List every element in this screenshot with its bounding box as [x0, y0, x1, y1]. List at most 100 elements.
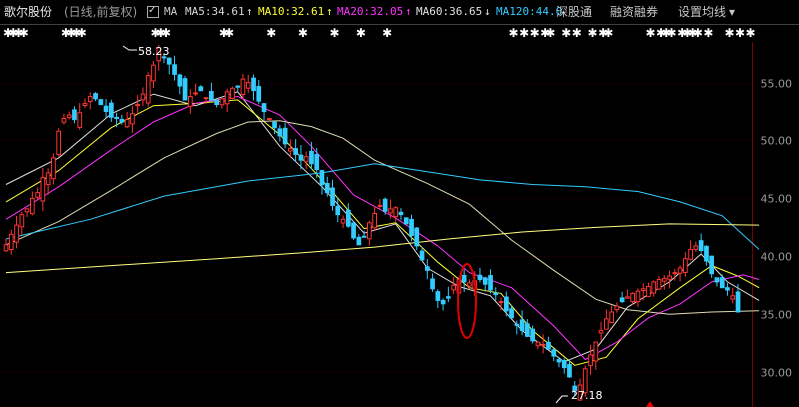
candle-body[interactable] — [419, 250, 425, 261]
candle-body[interactable] — [382, 198, 388, 212]
candle-body[interactable] — [630, 292, 635, 303]
event-star-icon[interactable]: ✱ — [735, 26, 745, 40]
candle-body[interactable] — [498, 301, 504, 304]
candle-body[interactable] — [267, 118, 272, 120]
candle-body[interactable] — [293, 148, 298, 155]
candle-body[interactable] — [609, 311, 614, 323]
candle-body[interactable] — [625, 296, 630, 299]
event-star-icon[interactable]: ✱ — [224, 26, 234, 40]
candle-body[interactable] — [314, 154, 320, 171]
candle-body[interactable] — [135, 104, 141, 107]
candle-body[interactable] — [335, 205, 341, 216]
candle-body[interactable] — [693, 245, 699, 250]
candle-body[interactable] — [45, 172, 51, 186]
candle-body[interactable] — [209, 91, 214, 101]
candle-body[interactable] — [140, 93, 146, 101]
candle-body[interactable] — [614, 305, 620, 311]
event-star-icon[interactable]: ✱ — [545, 26, 555, 40]
candle-body[interactable] — [435, 291, 441, 301]
candle-body[interactable] — [277, 128, 283, 137]
event-star-icon[interactable]: ✱ — [645, 26, 655, 40]
candle-body[interactable] — [414, 227, 420, 247]
candle-body[interactable] — [19, 214, 25, 228]
candle-body[interactable] — [683, 258, 688, 274]
candle-body[interactable] — [367, 222, 372, 240]
candle-body[interactable] — [677, 267, 683, 274]
event-star-icon[interactable]: ✱ — [19, 26, 29, 40]
event-star-icon[interactable]: ✱ — [298, 26, 308, 40]
candle-body[interactable] — [356, 236, 362, 246]
candle-body[interactable] — [288, 148, 293, 152]
candle-body[interactable] — [214, 99, 220, 105]
candle-body[interactable] — [593, 341, 599, 362]
candle-body[interactable] — [77, 112, 83, 128]
candle-body[interactable] — [640, 288, 646, 291]
candle-body[interactable] — [151, 64, 156, 82]
candle-body[interactable] — [240, 78, 246, 95]
event-star-icon[interactable]: ✱ — [509, 26, 519, 40]
candle-body[interactable] — [688, 248, 693, 260]
candle-body[interactable] — [261, 103, 267, 112]
candle-body[interactable] — [704, 245, 709, 262]
candle-body[interactable] — [193, 92, 198, 95]
event-star-icon[interactable]: ✱ — [667, 26, 677, 40]
event-star-icon[interactable]: ✱ — [588, 26, 598, 40]
candle-body[interactable] — [656, 279, 662, 290]
candle-body[interactable] — [488, 275, 493, 291]
candle-body[interactable] — [119, 118, 125, 123]
candle-body[interactable] — [303, 156, 309, 163]
candle-body[interactable] — [477, 274, 483, 280]
candle-body[interactable] — [109, 102, 114, 118]
candle-body[interactable] — [719, 277, 725, 289]
candle-body[interactable] — [588, 354, 593, 367]
candle-body[interactable] — [672, 272, 678, 275]
candle-body[interactable] — [166, 57, 172, 65]
candle-body[interactable] — [340, 218, 346, 224]
candle-body[interactable] — [388, 208, 393, 214]
candle-body[interactable] — [646, 286, 651, 297]
candle-body[interactable] — [372, 213, 377, 229]
candle-body[interactable] — [14, 224, 19, 243]
candle-body[interactable] — [530, 328, 535, 342]
event-star-icon[interactable]: ✱ — [519, 26, 529, 40]
candle-body[interactable] — [282, 127, 288, 145]
candle-body[interactable] — [24, 208, 30, 213]
candle-body[interactable] — [540, 343, 546, 346]
event-star-icon[interactable]: ✱ — [703, 26, 713, 40]
candle-body[interactable] — [451, 284, 456, 291]
candle-body[interactable] — [230, 87, 235, 100]
candle-body[interactable] — [698, 240, 704, 251]
candle-body[interactable] — [309, 150, 314, 165]
candle-body[interactable] — [482, 277, 488, 285]
candle-body[interactable] — [351, 222, 356, 239]
candle-body[interactable] — [730, 295, 736, 300]
candle-body[interactable] — [504, 296, 509, 312]
candle-body[interactable] — [714, 277, 720, 283]
candle-body[interactable] — [567, 364, 572, 378]
event-star-icon[interactable]: ✱ — [330, 26, 340, 40]
candle-body[interactable] — [82, 102, 88, 107]
candle-body[interactable] — [319, 170, 325, 186]
candle-body[interactable] — [182, 78, 188, 101]
candle-body[interactable] — [467, 282, 472, 287]
candle-body[interactable] — [393, 207, 399, 218]
candle-body[interactable] — [403, 217, 409, 225]
candle-body[interactable] — [177, 74, 183, 87]
candle-body[interactable] — [235, 85, 241, 88]
candle-body[interactable] — [56, 130, 61, 156]
candle-body[interactable] — [604, 318, 609, 330]
candle-body[interactable] — [66, 114, 72, 119]
candle-body[interactable] — [30, 197, 35, 215]
candle-body[interactable] — [556, 359, 562, 363]
candle-body[interactable] — [635, 290, 641, 303]
candle-body[interactable] — [98, 99, 104, 106]
candle-body[interactable] — [598, 330, 604, 334]
candle-body[interactable] — [535, 341, 541, 347]
candle-body[interactable] — [546, 341, 551, 350]
candle-body[interactable] — [525, 323, 530, 337]
candle-body[interactable] — [130, 113, 135, 125]
candle-body[interactable] — [198, 86, 204, 92]
event-star-icon[interactable]: ✱ — [266, 26, 276, 40]
candle-body[interactable] — [219, 98, 225, 106]
event-star-icon[interactable]: ✱ — [77, 26, 87, 40]
